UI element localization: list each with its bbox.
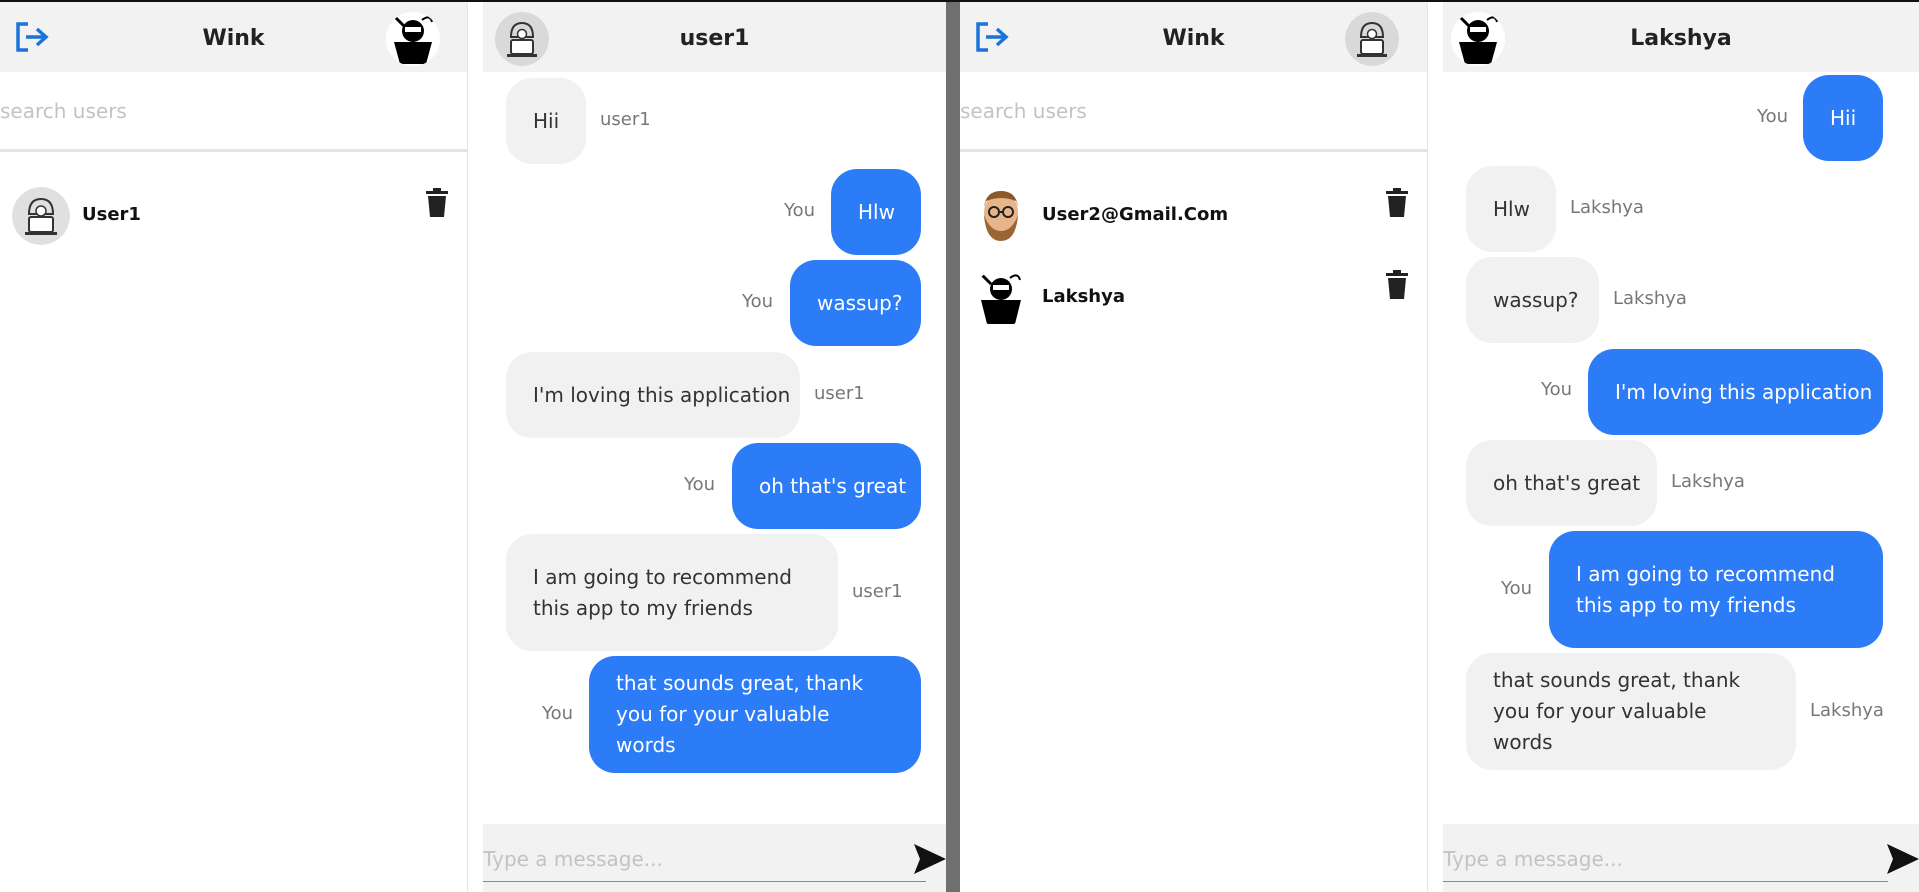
user-name: Lakshya <box>1042 286 1125 307</box>
message-bubble-incoming: I'm loving this application <box>506 352 800 438</box>
user-name: User2@Gmail.Com <box>1042 204 1229 225</box>
hacker-avatar-icon[interactable] <box>1345 12 1399 66</box>
message-sender: Lakshya <box>1810 700 1884 721</box>
message-sender: You <box>542 703 574 724</box>
message-bubble-outgoing: I'm loving this application <box>1588 349 1883 435</box>
message-sender: You <box>784 200 816 221</box>
message-bubble-outgoing: oh that's great <box>732 443 921 529</box>
user-list-item[interactable]: User1 <box>0 180 467 250</box>
message-bubble-incoming: Hii <box>506 78 586 164</box>
chat-panel: user1 Hii user1 You Hlw You wassup? I'm … <box>483 2 946 892</box>
user-list-item[interactable]: Lakshya <box>960 262 1427 332</box>
message-sender: You <box>1757 106 1789 127</box>
message-bubble-incoming: that sounds great, thank you for your va… <box>1466 653 1796 770</box>
message-bubble-outgoing: Hii <box>1803 75 1883 161</box>
message-sender: You <box>742 291 774 312</box>
message-sender: user1 <box>600 109 651 130</box>
message-sender: user1 <box>852 581 903 602</box>
message-sender: You <box>1541 379 1573 400</box>
message-sender: user1 <box>814 383 865 404</box>
message-sender: You <box>1501 578 1533 599</box>
send-icon[interactable] <box>914 844 946 874</box>
message-bubble-outgoing: I am going to recommend this app to my f… <box>1549 531 1883 648</box>
send-icon[interactable] <box>1887 844 1919 874</box>
chat-title: user1 <box>679 26 750 51</box>
bearded-man-avatar-icon <box>972 187 1030 245</box>
chat-header: Lakshya <box>1443 2 1919 72</box>
message-bubble-incoming: Hlw <box>1466 166 1556 252</box>
message-sender: Lakshya <box>1671 471 1745 492</box>
message-bubble-outgoing: that sounds great, thank you for your va… <box>589 656 921 773</box>
message-sender: You <box>684 474 716 495</box>
right-window: Wink search users User2@Gmail.Com Lakshy… <box>960 2 1919 892</box>
message-bubble-incoming: oh that's great <box>1466 440 1657 526</box>
user-list-item[interactable]: User2@Gmail.Com <box>960 180 1427 250</box>
message-input[interactable] <box>1443 836 1888 882</box>
hacker-avatar-icon <box>12 187 70 245</box>
search-bar <box>960 72 1427 152</box>
search-input[interactable] <box>0 72 467 149</box>
message-composer <box>1443 824 1919 892</box>
message-sender: Lakshya <box>1570 197 1644 218</box>
message-bubble-incoming: I am going to recommend this app to my f… <box>506 534 838 651</box>
sidebar: Wink <box>0 2 468 892</box>
sidebar: Wink <box>960 2 1428 892</box>
message-bubble-incoming: wassup? <box>1466 257 1599 343</box>
delete-icon[interactable] <box>1385 188 1409 218</box>
message-sender: Lakshya <box>1613 288 1687 309</box>
message-bubble-outgoing: Hlw <box>831 169 921 255</box>
delete-icon[interactable] <box>1385 270 1409 300</box>
delete-icon[interactable] <box>425 188 449 218</box>
message-bubble-outgoing: wassup? <box>790 260 921 346</box>
search-input[interactable] <box>960 72 1427 149</box>
message-input[interactable] <box>483 836 926 882</box>
screen: Wink search users User1 user1 Hii user1 … <box>0 0 1919 892</box>
chat-title: Lakshya <box>1630 26 1732 51</box>
ninja-avatar-icon <box>972 269 1030 327</box>
window-divider <box>946 2 960 892</box>
search-bar <box>0 72 467 152</box>
sidebar-header: Wink <box>0 2 467 72</box>
left-window: Wink search users User1 user1 Hii user1 … <box>0 2 946 892</box>
sidebar-header: Wink <box>960 2 1427 72</box>
chat-header: user1 <box>483 2 946 72</box>
user-name: User1 <box>82 204 141 225</box>
message-composer <box>483 824 946 892</box>
chat-panel: Lakshya You Hii Hlw Lakshya wassup? Laks… <box>1443 2 1919 892</box>
ninja-avatar-icon[interactable] <box>386 12 440 66</box>
